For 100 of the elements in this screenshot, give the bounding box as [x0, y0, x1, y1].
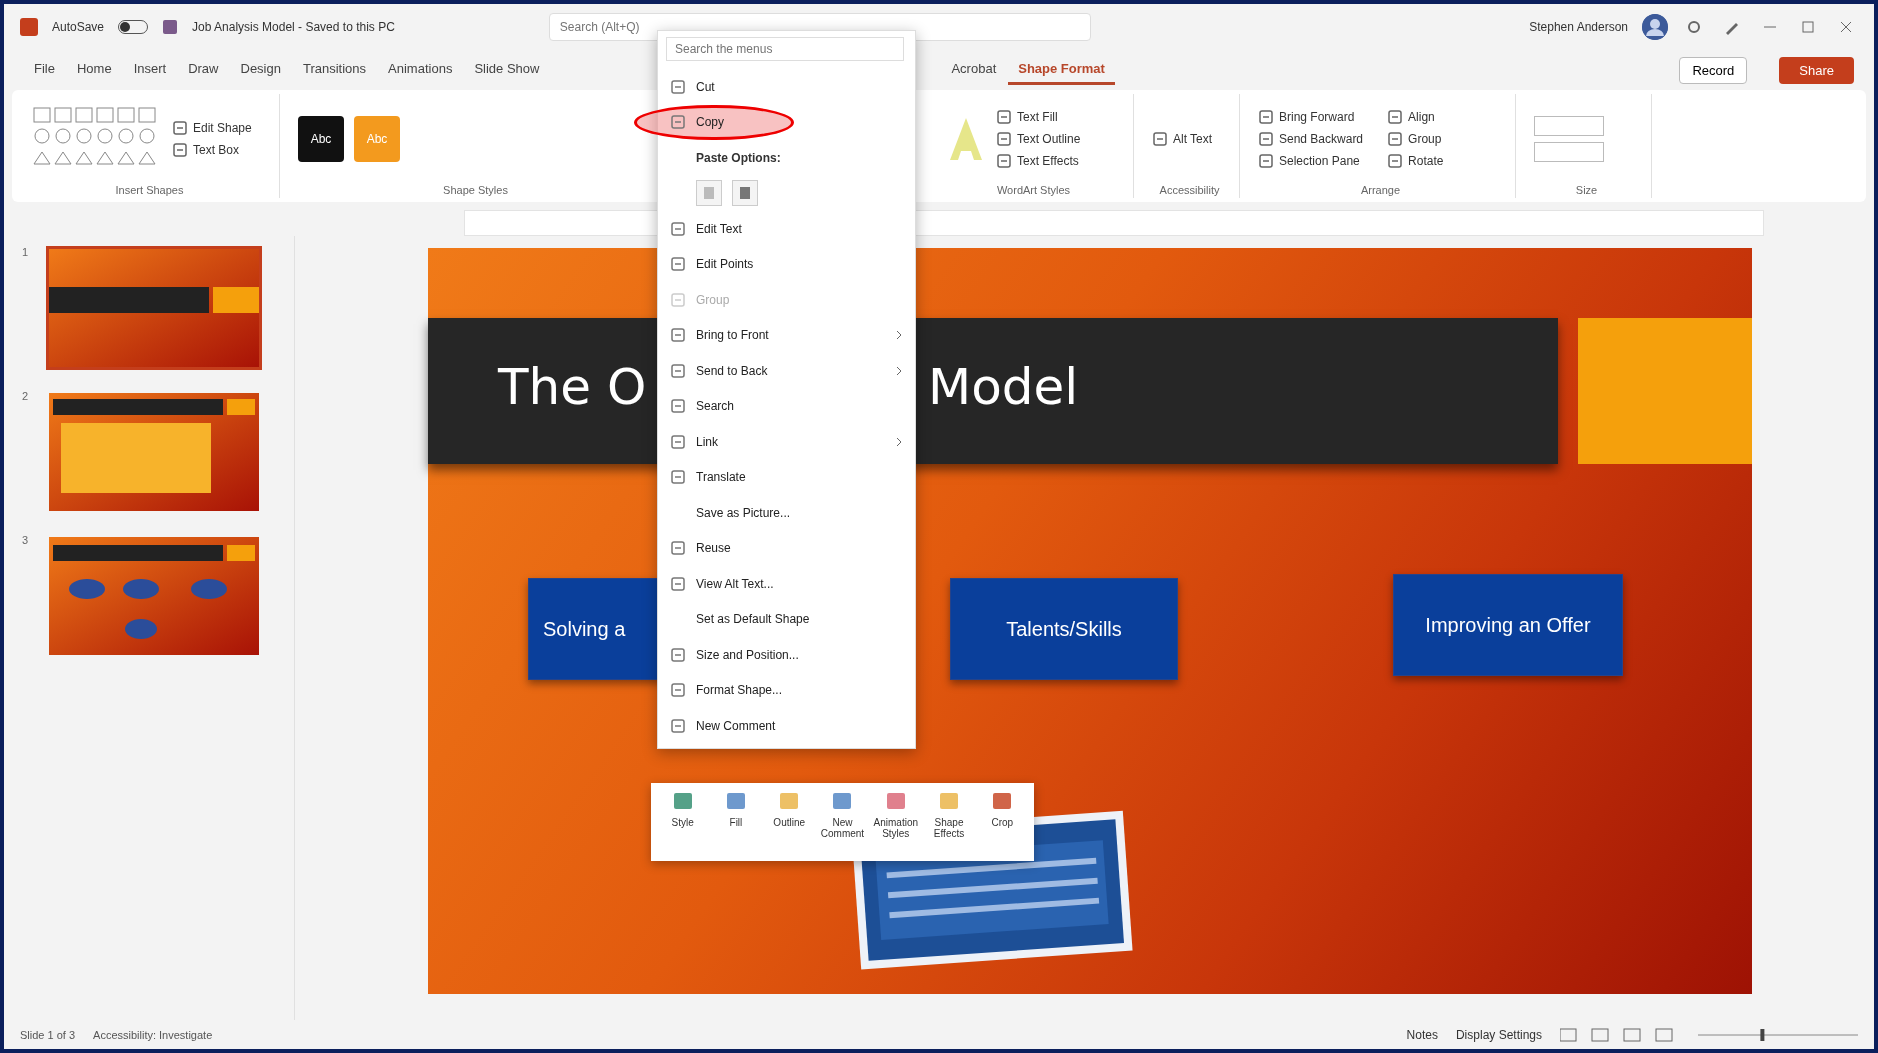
slide-number: 2 [22, 390, 30, 402]
command-icon [172, 142, 188, 158]
menu-item[interactable]: New Comment [658, 708, 915, 744]
group-label: WordArt Styles [995, 184, 1072, 198]
command-icon [1387, 109, 1404, 125]
toolbar-button[interactable]: New Comment [816, 789, 869, 855]
group-label: Shape Styles [442, 184, 509, 198]
text-box: Improving an Offer [1393, 574, 1623, 676]
toolbar-button[interactable]: Animation Styles [870, 789, 922, 855]
user-name: Stephen Anderson [1529, 20, 1628, 34]
ribbon-command[interactable]: Bring Forward [1258, 109, 1364, 125]
slide-title: Model [928, 358, 1079, 416]
group-label: Insert Shapes [114, 184, 185, 198]
ribbon-tab[interactable]: Shape Format [1008, 55, 1115, 85]
command-icon [996, 153, 1012, 169]
ribbon-command[interactable]: Rotate [1387, 153, 1444, 169]
ribbon-tab[interactable]: File [24, 55, 65, 85]
menu-item-icon [670, 327, 686, 344]
menu-item[interactable]: Search [658, 388, 915, 424]
save-icon[interactable] [162, 19, 179, 35]
menu-item-icon [670, 256, 686, 273]
ribbon-command[interactable]: Text Effects [996, 153, 1081, 169]
ribbon-command[interactable]: Text Outline [996, 131, 1081, 147]
ribbon-command[interactable]: Send Backward [1258, 131, 1364, 147]
ribbon-command[interactable]: Group [1387, 131, 1444, 147]
menu-item-icon [670, 362, 686, 379]
ribbon-tab[interactable]: Animations [378, 55, 463, 85]
display-settings-button[interactable]: Display Settings [1455, 1027, 1542, 1042]
width-field[interactable] [1534, 142, 1604, 162]
ribbon-command[interactable]: Align [1387, 109, 1444, 125]
command-icon [996, 109, 1012, 125]
ribbon-tab[interactable]: Insert [123, 55, 177, 85]
toolbar-button[interactable]: Crop [976, 789, 1028, 855]
zoom-slider[interactable] [1698, 1027, 1858, 1042]
command-icon [1152, 131, 1168, 147]
menu-item-icon [670, 78, 686, 95]
submenu-caret-icon [895, 436, 903, 447]
menu-item-icon [670, 398, 686, 415]
command-icon [996, 131, 1012, 147]
menu-item[interactable]: Link [658, 424, 915, 460]
slide-thumbnail[interactable] [46, 534, 262, 658]
paste-option-icon[interactable] [732, 180, 758, 207]
menu-item-icon [670, 469, 686, 486]
toolbar-button[interactable]: Fill [710, 789, 762, 855]
command-icon [1387, 153, 1404, 169]
avatar-icon[interactable] [1642, 14, 1668, 40]
group-label: Arrange [1359, 184, 1402, 198]
ribbon-tab[interactable]: Transitions [292, 55, 377, 85]
share-button[interactable]: Share [1779, 56, 1854, 84]
menu-item[interactable]: Bring to Front [658, 317, 915, 353]
ribbon-command[interactable]: Selection Pane [1258, 153, 1364, 169]
menu-item-icon [670, 646, 686, 663]
menu-item[interactable]: Send to Back [658, 353, 915, 389]
ribbon-command[interactable]: Text Fill [996, 109, 1081, 125]
ribbon-tab[interactable]: Acrobat [941, 55, 1007, 85]
command-icon [172, 120, 188, 136]
menu-item-icon [670, 291, 686, 308]
menu-item-icon [670, 575, 686, 592]
menu-item[interactable]: Edit Points [658, 246, 915, 282]
menu-item[interactable]: Translate [658, 459, 915, 495]
slide-counter: Slide 1 of 3 [20, 1028, 76, 1041]
slide-title: The O [498, 358, 647, 416]
menu-item-icon [670, 220, 686, 237]
ribbon-tab[interactable]: Design [230, 55, 291, 85]
menu-item[interactable]: Save as Picture... [658, 495, 915, 531]
menu-item-icon [670, 433, 686, 450]
autosave-label: AutoSave [52, 20, 105, 34]
toolbar-button[interactable]: Shape Effects [923, 789, 975, 855]
toolbar-button[interactable]: Outline [763, 789, 815, 855]
menu-item[interactable]: Reuse [658, 530, 915, 566]
menu-search-field[interactable]: Search the menus [666, 37, 904, 61]
submenu-caret-icon [895, 365, 903, 376]
slide-thumbnail[interactable] [46, 390, 262, 514]
slide-thumbnail[interactable] [46, 246, 262, 370]
menu-item[interactable]: Edit Text [658, 211, 915, 247]
toolbar-button[interactable]: Style [657, 789, 709, 855]
document-title: Job Analysis Model - Saved to this PC [192, 20, 395, 34]
menu-item-icon [670, 682, 686, 699]
menu-item-icon [670, 717, 686, 734]
ribbon-tab[interactable]: Home [66, 55, 122, 85]
style-swatch[interactable]: Abc [298, 116, 344, 162]
ribbon-command[interactable]: Alt Text [1152, 131, 1213, 147]
accessibility-status[interactable]: Accessibility: Investigate [93, 1028, 213, 1041]
group-label: Size [1574, 184, 1599, 198]
ribbon-command[interactable]: Edit Shape [172, 120, 252, 136]
command-icon [1258, 109, 1274, 125]
ribbon-tab[interactable]: Slide Show [464, 55, 550, 85]
slide-number: 1 [22, 246, 30, 258]
menu-item[interactable]: Cut [658, 69, 915, 105]
menu-item-icon [670, 114, 686, 131]
text-box: Talents/Skills [950, 578, 1178, 680]
ribbon-command[interactable]: Text Box [172, 142, 252, 158]
record-button[interactable]: Record [1679, 56, 1748, 84]
ribbon-tab[interactable]: Draw [178, 55, 229, 85]
menu-heading: Paste Options: [695, 149, 782, 167]
notes-button[interactable]: Notes [1406, 1027, 1438, 1042]
menu-item-icon [670, 540, 686, 557]
submenu-caret-icon [895, 330, 903, 341]
height-field[interactable] [1534, 116, 1604, 136]
circled-menu-item[interactable]: Copy [634, 104, 794, 140]
